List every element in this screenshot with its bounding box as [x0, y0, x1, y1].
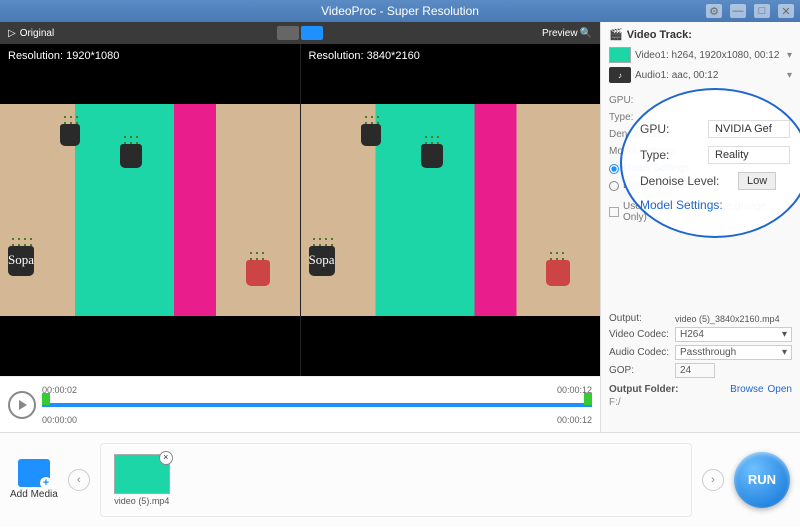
bottom-bar: Add Media ‹ video (5).mp4 › RUN — [0, 432, 800, 526]
audio-codec-select[interactable]: Passthrough▾ — [675, 345, 792, 360]
close-icon[interactable]: ✕ — [778, 4, 794, 18]
video-track-row[interactable]: Video1: h264, 1920x1080, 00:12 ▾ — [609, 45, 792, 65]
tab-preview[interactable]: Preview 🔍 — [534, 28, 600, 39]
browse-link[interactable]: Browse — [730, 384, 763, 395]
video-compare: Resolution: 1920*1080 Sopa Resolution: 3… — [0, 44, 600, 376]
music-note-icon: ♪ — [609, 67, 631, 83]
time-end: 00:00:12 — [557, 415, 592, 425]
app-title: VideoProc - Super Resolution — [321, 4, 479, 18]
gop-input[interactable]: 24 — [675, 363, 715, 378]
video-codec-select[interactable]: H264▾ — [675, 327, 792, 342]
side-panel: 🎬 Video Track: Video1: h264, 1920x1080, … — [600, 22, 800, 432]
audio-track-row[interactable]: ♪ Audio1: aac, 00:12 ▾ — [609, 65, 792, 85]
video-thumb-icon — [609, 47, 631, 63]
settings-callout: GPU:NVIDIA Gef Type:Reality Denoise Leve… — [620, 88, 800, 238]
upscaled-panel: Resolution: 3840*2160 Sopa — [301, 44, 601, 376]
tab-original[interactable]: ▷ Original — [0, 28, 62, 39]
denoise-level-button[interactable]: Low — [738, 172, 776, 190]
clip-prev-button[interactable]: ‹ — [68, 469, 90, 491]
timeline-track[interactable] — [42, 403, 592, 407]
preview-area: ▷ Original Preview 🔍 Resolution: 1920*10… — [0, 22, 600, 432]
trim-flag-start[interactable] — [42, 393, 50, 405]
video-track-header: 🎬 Video Track: — [609, 28, 792, 41]
clip-thumbnail — [114, 454, 170, 494]
chevron-down-icon[interactable]: ▾ — [787, 50, 792, 61]
split-view-toggle[interactable] — [277, 26, 323, 40]
minimize-icon[interactable]: — — [730, 4, 746, 18]
clip-item[interactable]: video (5).mp4 — [111, 454, 173, 506]
gpu-value[interactable]: NVIDIA Gef — [708, 120, 790, 138]
gear-icon[interactable]: ⚙ — [706, 4, 722, 18]
timeline: 00:00:0200:00:12 00:00:0000:00:12 — [0, 376, 600, 432]
preview-tabs: ▷ Original Preview 🔍 — [0, 22, 600, 44]
clip-next-button[interactable]: › — [702, 469, 724, 491]
trim-flag-end[interactable] — [584, 393, 592, 405]
output-filename: video (5)_3840x2160.mp4 — [675, 314, 780, 324]
maximize-icon[interactable]: □ — [754, 4, 770, 18]
watermark-text: Sopa — [309, 252, 335, 268]
titlebar: VideoProc - Super Resolution ⚙ — □ ✕ — [0, 0, 800, 22]
run-button[interactable]: RUN — [734, 452, 790, 508]
watermark-text: Sopa — [8, 252, 34, 268]
open-link[interactable]: Open — [768, 384, 792, 395]
clip-strip: video (5).mp4 — [100, 443, 692, 517]
clip-filename: video (5).mp4 — [114, 496, 169, 506]
time-start: 00:00:00 — [42, 415, 77, 425]
chevron-down-icon[interactable]: ▾ — [787, 70, 792, 81]
output-section: Output:video (5)_3840x2160.mp4 Video Cod… — [609, 313, 792, 408]
upscaled-resolution: Resolution: 3840*2160 — [309, 50, 420, 62]
type-value[interactable]: Reality — [708, 146, 790, 164]
original-panel: Resolution: 1920*1080 Sopa — [0, 44, 301, 376]
add-media-icon — [18, 459, 50, 487]
play-button[interactable] — [8, 391, 36, 419]
add-media-button[interactable]: Add Media — [10, 459, 58, 500]
output-folder-path: F:/ — [609, 397, 792, 408]
original-resolution: Resolution: 1920*1080 — [8, 50, 119, 62]
